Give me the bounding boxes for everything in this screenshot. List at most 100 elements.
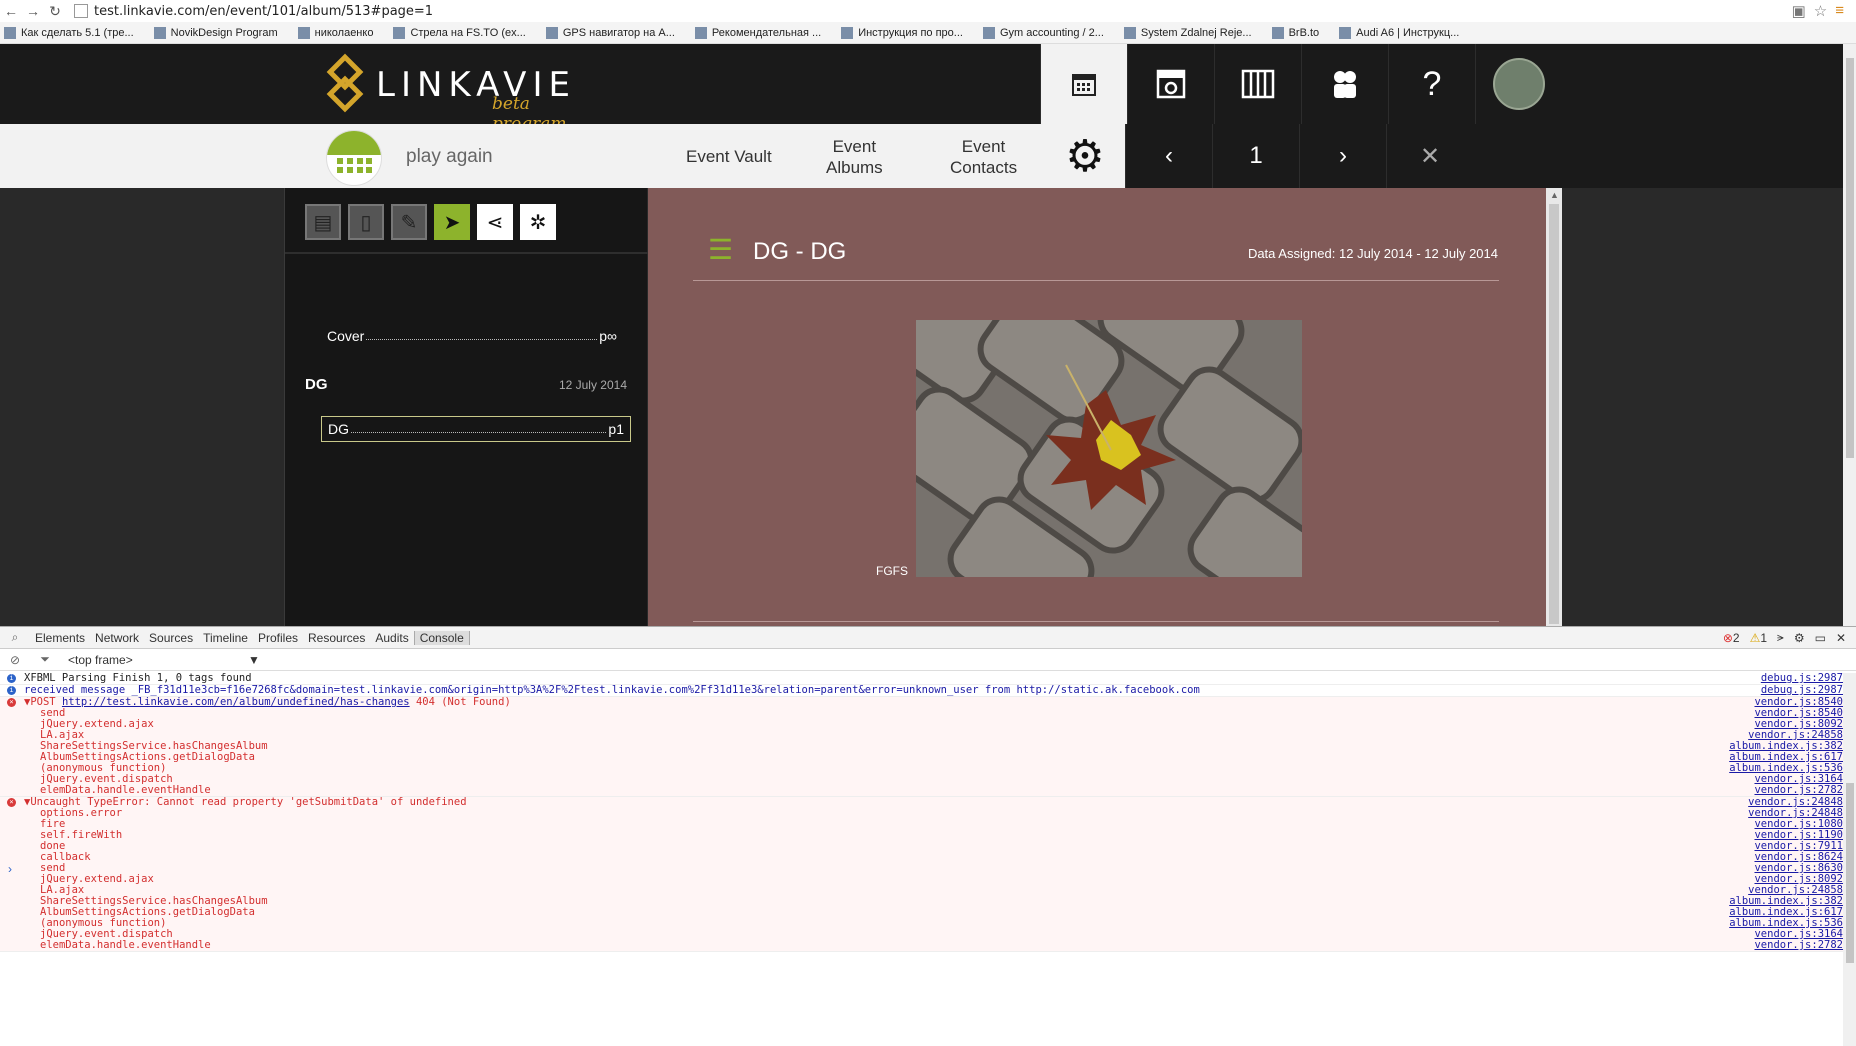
event-calendar-icon xyxy=(326,130,382,186)
calendar-icon[interactable] xyxy=(1040,44,1127,124)
stack-frame: ShareSettingsService.hasChangesAlbum albu… xyxy=(24,741,1843,752)
stack-frame: elemData.handle.eventHandle vendor.js:278… xyxy=(24,940,1843,951)
bookmark-icon xyxy=(545,26,558,39)
star-icon[interactable]: ☆ xyxy=(1814,2,1827,20)
console-error-message[interactable]: × ▼Uncaught TypeError: Cannot read proper… xyxy=(0,797,1843,952)
bookmark-item[interactable]: Стрела на FS.TO (ex... xyxy=(393,26,526,39)
tab-resources[interactable]: Resources xyxy=(303,631,370,645)
bookmark-icon xyxy=(4,26,16,39)
message-url-link[interactable]: http://test.linkavie.com/en/album/undefi… xyxy=(62,696,410,708)
bookmark-item[interactable]: GPS навигатор на А... xyxy=(545,26,675,39)
filter-icon[interactable]: ⏷ xyxy=(30,652,60,667)
source-link[interactable]: debug.js:2987 xyxy=(1723,685,1843,696)
execution-context-icon[interactable]: ⪫ xyxy=(1777,630,1784,645)
next-page-button[interactable]: › xyxy=(1299,124,1386,188)
user-avatar-button[interactable] xyxy=(1475,44,1562,124)
url-input[interactable]: test.linkavie.com/en/event/101/album/513… xyxy=(94,4,1792,19)
content-scrollbar[interactable]: ▲ xyxy=(1546,188,1562,626)
share-icon[interactable]: ⋖ xyxy=(477,204,513,240)
stack-frame: LA.ajax vendor.js:24858 xyxy=(24,885,1843,896)
clear-console-icon[interactable]: ⊘ xyxy=(0,653,30,667)
scroll-up-icon[interactable]: ▲ xyxy=(1550,190,1559,200)
bookmark-item[interactable]: Рекомендательная ... xyxy=(694,26,821,39)
console-toolbar: ⊘ ⏷ <top frame> ▼ xyxy=(0,649,1856,671)
tools-icon[interactable]: ✕ xyxy=(1386,124,1473,188)
bookmark-item[interactable]: System Zdalnej Reje... xyxy=(1123,26,1252,39)
settings-cog-icon[interactable]: ✲ xyxy=(520,204,556,240)
contacts-icon[interactable] xyxy=(1301,44,1388,124)
nav-event-vault[interactable]: Event Vault xyxy=(686,146,772,167)
tab-audits[interactable]: Audits xyxy=(370,631,413,645)
tab-network[interactable]: Network xyxy=(90,631,144,645)
logo-mark-icon xyxy=(326,53,366,113)
close-icon[interactable]: ✕ xyxy=(1836,631,1846,645)
console-messages: i XFBML Parsing Finish 1, 0 tags found deb… xyxy=(0,673,1843,1046)
nav-event-albums[interactable]: Event Albums xyxy=(826,136,883,178)
console-prompt-icon[interactable]: › xyxy=(8,862,12,876)
reload-icon[interactable]: ↻ xyxy=(44,3,66,20)
stack-frame: jQuery.event.dispatch vendor.js:3164 xyxy=(24,774,1843,785)
stack-frame: options.error vendor.js:24848 xyxy=(24,808,1843,819)
search-icon[interactable]: ⌕ xyxy=(0,630,30,645)
bookmark-icon xyxy=(1271,26,1284,39)
warning-count[interactable]: ⚠1 xyxy=(1750,631,1767,645)
devtools-tabs: ⌕ Elements Network Sources Timeline Prof… xyxy=(0,627,1856,649)
stack-frame: jQuery.extend.ajax vendor.js:8092 xyxy=(24,719,1843,730)
window-scrollbar[interactable] xyxy=(1843,44,1856,626)
bookmark-item[interactable]: Gym accounting / 2... xyxy=(982,26,1104,39)
event-name: play again xyxy=(406,146,493,167)
back-icon[interactable]: ← xyxy=(0,3,22,19)
stack-frame: send vendor.js:8630 xyxy=(24,863,1843,874)
linkavie-logo[interactable]: LINKAVIE beta program xyxy=(326,53,576,134)
bookmark-item[interactable]: NovikDesign Program xyxy=(153,26,278,39)
pointer-icon[interactable]: ➤ xyxy=(434,204,470,240)
tab-console[interactable]: Console xyxy=(413,630,470,645)
translate-icon[interactable]: ▣ xyxy=(1792,2,1806,20)
stack-frame: jQuery.event.dispatch vendor.js:3164 xyxy=(24,929,1843,940)
menu-icon[interactable]: ≡ xyxy=(1835,2,1844,20)
albums-grid-icon[interactable] xyxy=(1214,44,1301,124)
stack-frame: (anonymous function) album.index.js:536 xyxy=(24,918,1843,929)
help-icon[interactable]: ? xyxy=(1388,44,1475,124)
tab-profiles[interactable]: Profiles xyxy=(253,631,303,645)
stack-frame: (anonymous function) album.index.js:536 xyxy=(24,763,1843,774)
toc-selected-entry[interactable]: DG p1 xyxy=(321,416,631,442)
bookmark-item[interactable]: Audi A6 | Инструкц... xyxy=(1339,26,1459,39)
browser-address-bar: ← → ↻ test.linkavie.com/en/event/101/alb… xyxy=(0,0,1856,22)
frame-selector[interactable]: <top frame> xyxy=(68,653,248,667)
tab-elements[interactable]: Elements xyxy=(30,631,90,645)
tab-sources[interactable]: Sources xyxy=(144,631,198,645)
nav-event-contacts[interactable]: Event Contacts xyxy=(950,136,1017,178)
devtools-panel: ⌕ Elements Network Sources Timeline Prof… xyxy=(0,626,1856,1046)
source-link[interactable]: debug.js:2987 xyxy=(1723,673,1843,684)
photo-caption: FGFS xyxy=(876,564,908,578)
tab-timeline[interactable]: Timeline xyxy=(198,631,253,645)
settings-gear-icon[interactable]: ⚙ xyxy=(1794,631,1805,645)
dock-icon[interactable]: ▭ xyxy=(1815,631,1826,645)
album-photo[interactable] xyxy=(916,320,1302,577)
vault-icon[interactable] xyxy=(1127,44,1214,124)
toc-cover-item[interactable]: Cover p∞ xyxy=(327,328,617,344)
bookmark-item[interactable]: николаенко xyxy=(297,26,373,39)
source-link[interactable]: vendor.js:2782 xyxy=(1723,785,1843,796)
bookmark-item[interactable]: BrB.to xyxy=(1271,26,1319,39)
album-title: DG - DG xyxy=(753,238,847,265)
bookmark-icon xyxy=(694,26,707,39)
page-viewport: LINKAVIE beta program ? xyxy=(0,44,1843,626)
console-error-message[interactable]: × ▼POST http://test.linkavie.com/en/album… xyxy=(0,697,1843,797)
scrollbar-thumb[interactable] xyxy=(1549,204,1559,624)
page-icon[interactable]: ▯ xyxy=(348,204,384,240)
chevron-down-icon[interactable]: ▼ xyxy=(248,653,260,667)
page-icon xyxy=(74,4,88,18)
vault-file-icon[interactable]: ▤ xyxy=(305,204,341,240)
forward-icon[interactable]: → xyxy=(22,3,44,19)
bookmark-item[interactable]: Инструкция по про... xyxy=(841,26,963,39)
console-scrollbar[interactable] xyxy=(1843,673,1856,1046)
edit-icon[interactable]: ✎ xyxy=(391,204,427,240)
prev-page-button[interactable]: ‹ xyxy=(1125,124,1212,188)
error-count[interactable]: ⊗2 xyxy=(1723,631,1740,645)
list-icon[interactable]: ☰ xyxy=(708,236,733,264)
settings-gear-icon[interactable]: ⚙ xyxy=(1062,134,1108,180)
bookmark-item[interactable]: Как сделать 5.1 (тре... xyxy=(4,26,134,39)
source-link[interactable]: vendor.js:2782 xyxy=(1723,940,1843,951)
